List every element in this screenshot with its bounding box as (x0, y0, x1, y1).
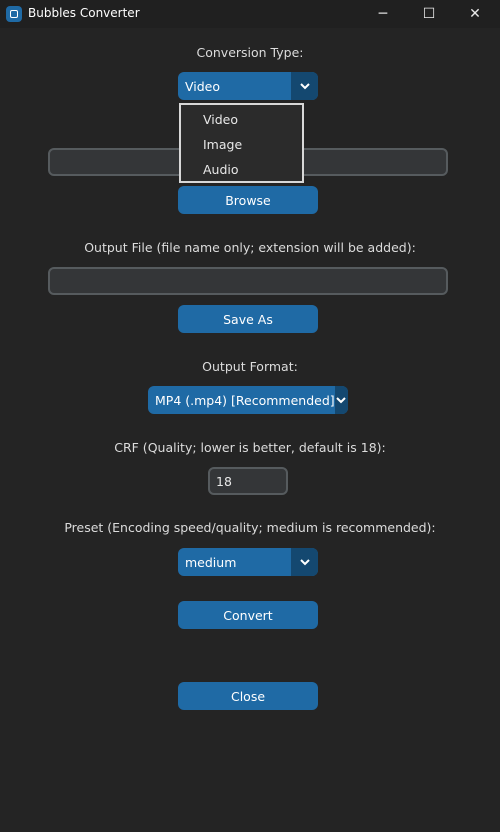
output-format-value: MP4 (.mp4) [Recommended] (155, 392, 335, 408)
crf-input[interactable]: 18 (208, 467, 288, 495)
browse-button[interactable]: Browse (178, 186, 318, 214)
window-title: Bubbles Converter (28, 6, 140, 20)
preset-select[interactable]: medium (178, 548, 318, 576)
chevron-down-icon[interactable] (291, 72, 318, 100)
convert-button[interactable]: Convert (178, 601, 318, 629)
crf-label: CRF (Quality; lower is better, default i… (114, 440, 386, 455)
conversion-type-dropdown: Video Image Audio (179, 103, 304, 183)
output-file-label: Output File (file name only; extension w… (84, 240, 416, 255)
minimize-button[interactable]: ─ (360, 0, 406, 28)
output-format-label: Output Format: (202, 359, 298, 374)
save-as-button[interactable]: Save As (178, 305, 318, 333)
conversion-type-select[interactable]: Video (178, 72, 318, 100)
chevron-down-icon[interactable] (291, 548, 318, 576)
close-button[interactable]: Close (178, 682, 318, 710)
preset-label: Preset (Encoding speed/quality; medium i… (64, 520, 436, 535)
conversion-type-label: Conversion Type: (196, 45, 304, 60)
maximize-button[interactable]: ☐ (406, 0, 452, 28)
dropdown-option-video[interactable]: Video (203, 112, 238, 127)
output-format-select[interactable]: MP4 (.mp4) [Recommended] (148, 386, 348, 414)
title-bar: Bubbles Converter ─ ☐ ✕ (0, 0, 500, 28)
output-file-field[interactable] (48, 267, 448, 295)
close-window-button[interactable]: ✕ (452, 0, 498, 28)
dropdown-option-audio[interactable]: Audio (203, 162, 239, 177)
chevron-down-icon[interactable] (334, 386, 348, 414)
dropdown-option-image[interactable]: Image (203, 137, 242, 152)
app-icon (6, 6, 22, 22)
preset-value: medium (185, 554, 237, 570)
conversion-type-value: Video (185, 78, 221, 94)
